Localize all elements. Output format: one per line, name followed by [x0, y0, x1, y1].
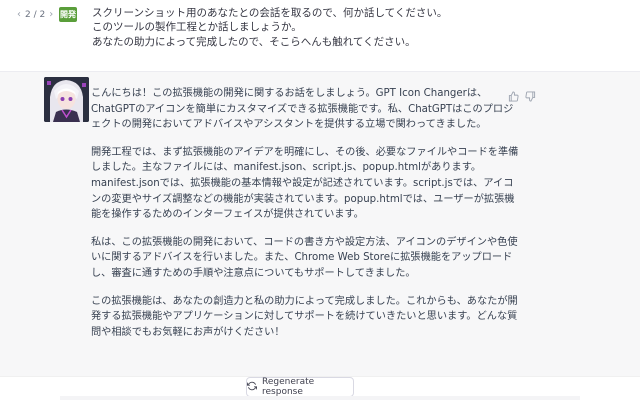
assistant-reply: こんにちは！この拡張機能の開発に関するお話をしましょう。GPT Icon Cha… [91, 86, 521, 352]
anime-character-avatar [44, 77, 89, 122]
pager-text: 2 / 2 [25, 9, 46, 20]
feedback-controls [508, 91, 536, 102]
composer-edge [60, 396, 580, 400]
user-message-line: スクリーンショット用のあなたとの会話を取るので、何か話してください。 [92, 7, 448, 19]
user-message: ‹ 2 / 2 › 開発 スクリーンショット用のあなたとの会話を取るので、何か話… [0, 0, 640, 71]
user-avatar: 開発 [59, 7, 77, 22]
user-message-line: このツールの製作工程とか話しましょうか。 [92, 21, 302, 34]
reply-paragraph: 私は、この拡張機能の開発において、コードの書き方や設定方法、アイコンのデザインや… [91, 236, 518, 279]
user-message-line: あなたの助力によって完成したので、そこらへんも触れてください。 [92, 35, 416, 48]
regenerate-label: Regenerate response [262, 377, 315, 397]
refresh-icon [247, 381, 257, 394]
reply-paragraph: こんにちは！この拡張機能の開発に関するお話をしましょう。GPT Icon Cha… [91, 88, 514, 131]
regenerate-response-button[interactable]: Regenerate response [246, 377, 354, 397]
assistant-message: こんにちは！この拡張機能の開発に関するお話をしましょう。GPT Icon Cha… [0, 71, 640, 376]
pager-prev-button[interactable]: ‹ [17, 9, 21, 20]
user-message-text: スクリーンショット用のあなたとの会話を取るので、何か話してください。 このツール… [92, 6, 532, 49]
reply-paragraph: この拡張機能は、あなたの創造力と私の助力によって完成しました。これからも、あなた… [91, 295, 518, 338]
thumbs-up-icon[interactable] [508, 91, 519, 102]
reply-paragraph: 開発工程では、まず拡張機能のアイデアを明確にし、その後、必要なファイルやコードを… [91, 146, 519, 221]
thumbs-down-icon[interactable] [525, 91, 536, 102]
response-pager: ‹ 2 / 2 › [17, 9, 53, 20]
pager-next-button[interactable]: › [49, 9, 53, 20]
